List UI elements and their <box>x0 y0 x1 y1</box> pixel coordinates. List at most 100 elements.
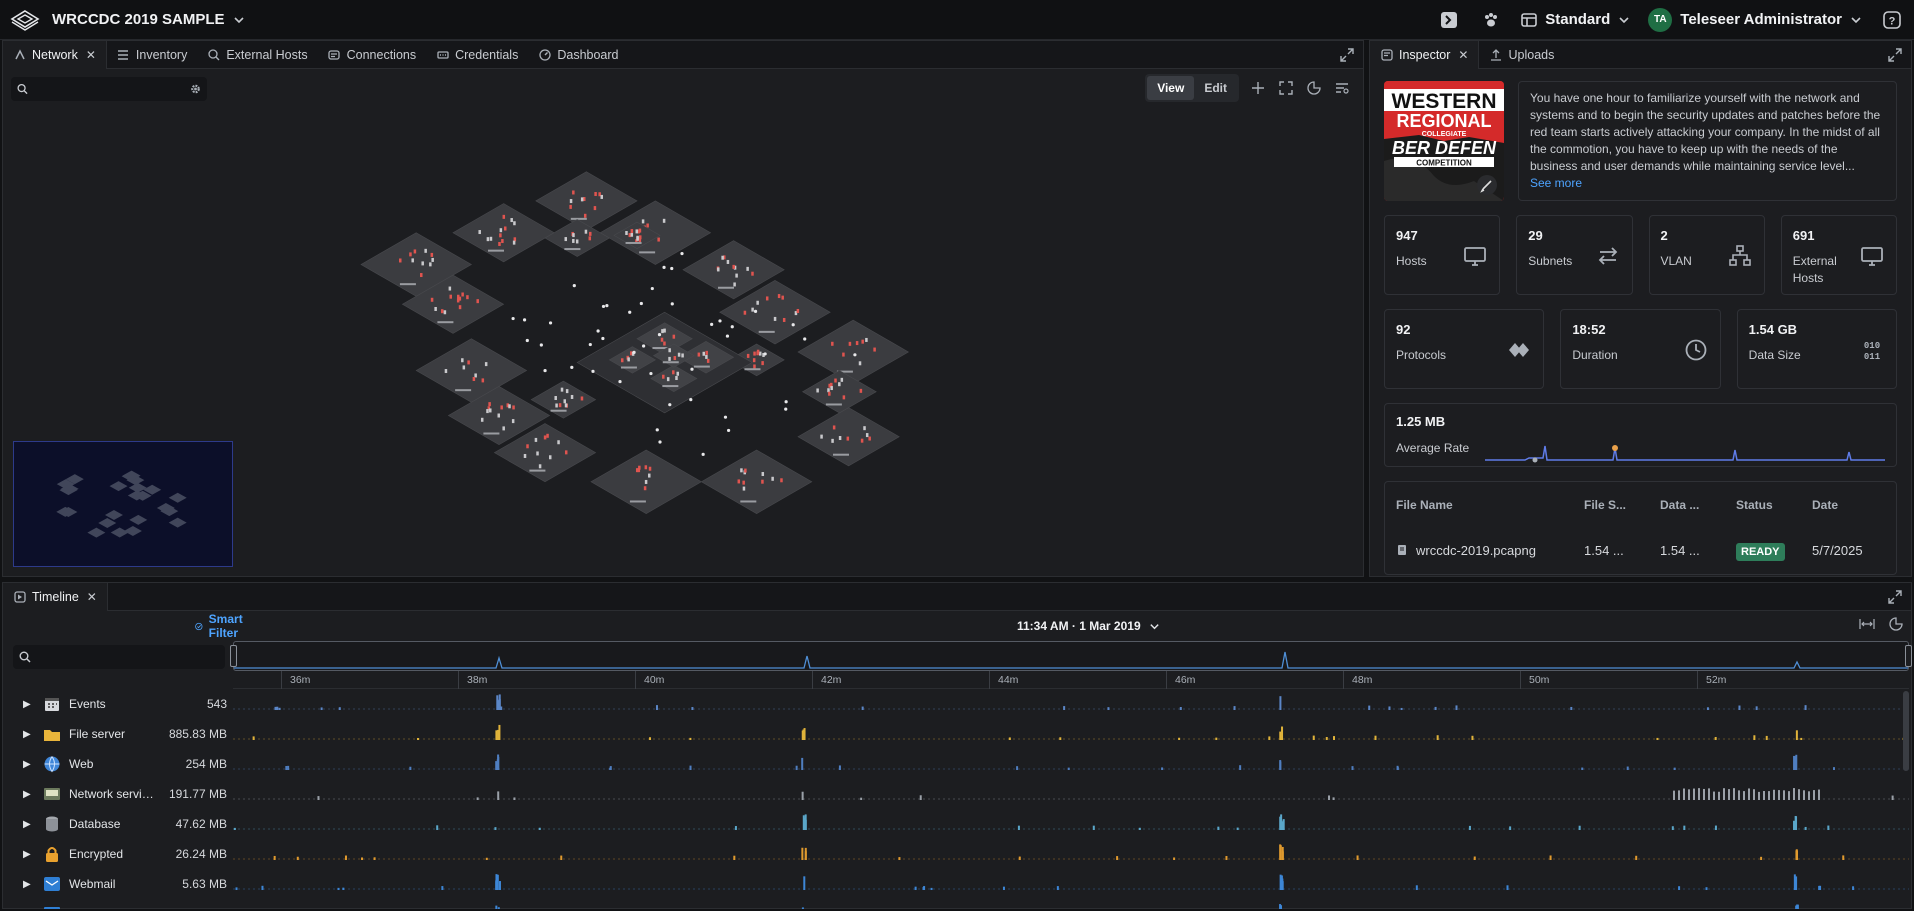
timeline-row-header[interactable]: ▶ Remote access576.36 KB <box>3 899 231 909</box>
host-node[interactable] <box>717 267 720 272</box>
tab-network[interactable]: Network ✕ <box>3 40 107 69</box>
host-node[interactable] <box>830 386 833 391</box>
caret-right-icon[interactable]: ▶ <box>23 699 37 710</box>
minimap[interactable] <box>13 441 233 567</box>
host-node[interactable] <box>744 468 747 473</box>
host-node[interactable] <box>828 391 831 396</box>
host-node[interactable] <box>661 329 664 334</box>
subnet-tile[interactable] <box>452 203 555 263</box>
caret-right-icon[interactable]: ▶ <box>23 789 37 800</box>
host-node[interactable] <box>681 353 684 358</box>
endpoint-node[interactable] <box>670 266 674 271</box>
endpoint-node[interactable] <box>591 369 595 373</box>
host-node[interactable] <box>865 337 868 342</box>
endpoint-node[interactable] <box>658 440 662 444</box>
endpoint-node[interactable] <box>632 350 636 354</box>
pie-chart-icon[interactable] <box>1305 79 1323 97</box>
timeline-lane[interactable] <box>233 809 1909 839</box>
tab-uploads[interactable]: Uploads <box>1479 41 1564 69</box>
host-node[interactable] <box>564 450 568 455</box>
host-node[interactable] <box>761 361 764 366</box>
host-node[interactable] <box>742 486 746 491</box>
timeline-lane[interactable] <box>233 749 1909 779</box>
host-node[interactable] <box>467 360 470 365</box>
host-node[interactable] <box>648 473 651 478</box>
host-node[interactable] <box>858 361 862 366</box>
timeline-row[interactable]: ▶ Web 254 MB <box>3 749 1911 779</box>
timeline-lane[interactable] <box>233 719 1909 749</box>
endpoint-node[interactable] <box>791 323 795 327</box>
brush-left-handle[interactable] <box>230 645 237 667</box>
host-node[interactable] <box>569 199 573 204</box>
endpoint-node[interactable] <box>718 319 722 323</box>
host-node[interactable] <box>855 341 859 346</box>
endpoint-node[interactable] <box>543 368 547 373</box>
timeline-lane[interactable] <box>233 839 1909 869</box>
host-node[interactable] <box>512 405 515 410</box>
host-node[interactable] <box>672 370 675 375</box>
host-node[interactable] <box>735 273 738 278</box>
host-node[interactable] <box>499 233 502 238</box>
endpoint-node[interactable] <box>726 428 731 433</box>
host-node[interactable] <box>780 478 783 483</box>
host-node[interactable] <box>480 417 484 422</box>
endpoint-node[interactable] <box>588 342 592 347</box>
endpoint-node[interactable] <box>601 304 606 309</box>
endpoint-node[interactable] <box>548 321 553 325</box>
host-node[interactable] <box>481 378 485 383</box>
host-node[interactable] <box>641 219 645 224</box>
host-node[interactable] <box>644 479 648 484</box>
endpoint-node[interactable] <box>525 338 529 343</box>
host-node[interactable] <box>554 396 557 401</box>
caret-right-icon[interactable]: ▶ <box>23 759 37 770</box>
host-node[interactable] <box>746 266 749 271</box>
search-input[interactable] <box>37 650 187 664</box>
table-row[interactable]: wrccdc-2019.pcapng 1.54 ... 1.54 ... REA… <box>1385 528 1896 572</box>
host-node[interactable] <box>511 419 515 424</box>
tab-timeline[interactable]: Timeline ✕ <box>3 582 108 611</box>
host-node[interactable] <box>557 440 560 445</box>
host-node[interactable] <box>726 259 730 264</box>
col-file-name[interactable]: File Name <box>1396 498 1584 512</box>
host-node[interactable] <box>430 297 434 302</box>
host-node[interactable] <box>831 341 834 346</box>
host-node[interactable] <box>668 348 671 353</box>
timeline-row[interactable]: ▶ File server 885.83 MB <box>3 719 1911 749</box>
host-node[interactable] <box>555 403 558 408</box>
layout-mode-selector[interactable]: Standard <box>1521 11 1630 28</box>
host-node[interactable] <box>721 255 724 260</box>
timeline-date-selector[interactable]: 11:34 AM · 1 Mar 2019 <box>1017 619 1160 633</box>
host-node[interactable] <box>580 396 584 401</box>
host-node[interactable] <box>832 425 836 430</box>
host-node[interactable] <box>565 389 569 394</box>
caret-right-icon[interactable]: ▶ <box>23 879 37 890</box>
host-node[interactable] <box>761 472 765 477</box>
host-node[interactable] <box>499 228 503 233</box>
host-node[interactable] <box>466 295 469 300</box>
host-node[interactable] <box>865 433 869 438</box>
host-node[interactable] <box>834 378 837 383</box>
host-node[interactable] <box>732 264 735 269</box>
stat-protocols[interactable]: 92 Protocols <box>1384 309 1545 389</box>
col-data[interactable]: Data ... <box>1660 498 1736 512</box>
host-node[interactable] <box>501 239 504 244</box>
endpoint-node[interactable] <box>689 398 693 402</box>
host-node[interactable] <box>472 377 476 382</box>
user-menu[interactable]: TA Teleseer Administrator <box>1648 7 1862 32</box>
timeline-search[interactable] <box>13 645 225 669</box>
stat-vlan[interactable]: 2 VLAN <box>1648 215 1765 295</box>
see-more-link[interactable]: See more <box>1530 175 1885 192</box>
smart-filter-button[interactable]: Smart Filter <box>195 612 248 640</box>
endpoint-node[interactable] <box>710 322 714 326</box>
host-node[interactable] <box>630 232 634 237</box>
close-icon[interactable]: ✕ <box>86 48 96 62</box>
caret-right-icon[interactable]: ▶ <box>23 909 37 910</box>
timeline-row[interactable]: ▶ Network servic... 191.77 MB <box>3 779 1911 809</box>
host-node[interactable] <box>486 409 489 414</box>
host-node[interactable] <box>564 237 568 242</box>
network-search[interactable] <box>11 77 207 101</box>
host-node[interactable] <box>510 218 513 223</box>
timeline-row-header[interactable]: ▶ Network servic... 191.77 MB <box>3 779 231 809</box>
host-node[interactable] <box>662 218 666 223</box>
search-input[interactable] <box>34 82 184 96</box>
